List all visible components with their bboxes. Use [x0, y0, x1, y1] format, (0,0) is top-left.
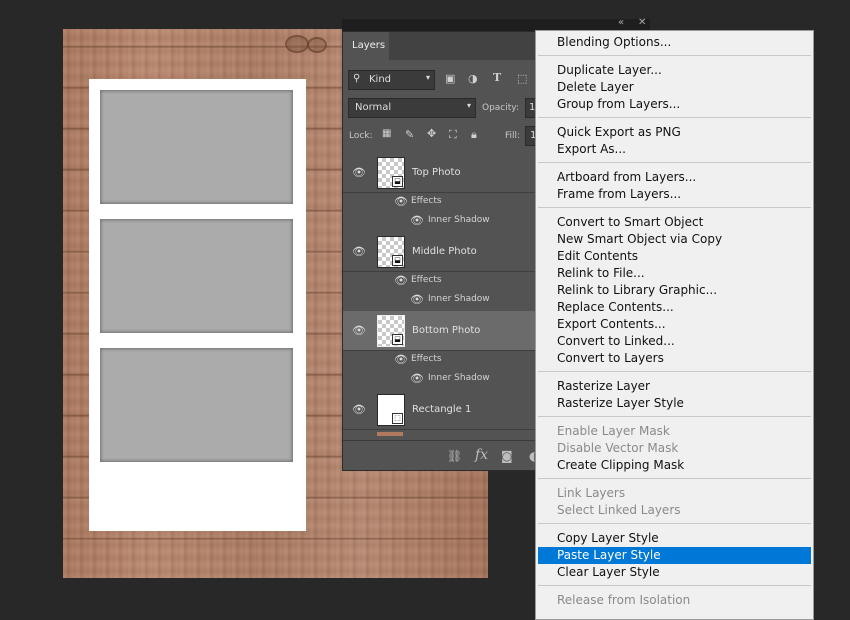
menu-item-group-from-layers[interactable]: Group from Layers...: [536, 96, 813, 113]
effects-label: Effects: [411, 275, 442, 285]
blend-mode-dropdown[interactable]: Normal ▾: [348, 98, 476, 118]
kind-filter-dropdown[interactable]: ⚲ Kind ▾: [348, 70, 435, 90]
visibility-eye-icon[interactable]: 👁︎: [394, 195, 408, 208]
wood-knot: [285, 35, 309, 53]
shape-layer-badge-icon: ⬚: [392, 413, 403, 424]
layer-context-menu: Blending Options... Duplicate Layer... D…: [535, 30, 814, 620]
menu-item-quick-export-png[interactable]: Quick Export as PNG: [536, 124, 813, 141]
menu-separator: [538, 585, 811, 586]
menu-item-link-layers: Link Layers: [557, 486, 626, 500]
menu-item-artboard-from-layers[interactable]: Artboard from Layers...: [536, 169, 813, 186]
visibility-eye-icon[interactable]: 👁︎: [410, 214, 424, 227]
menu-item-replace-contents[interactable]: Replace Contents...: [536, 299, 813, 316]
menu-item-blending-options[interactable]: Blending Options...: [536, 34, 813, 51]
menu-item-new-smart-object-via-copy[interactable]: New Smart Object via Copy: [536, 231, 813, 248]
menu-item-create-clipping-mask[interactable]: Create Clipping Mask: [536, 457, 813, 474]
image-filter-icon[interactable]: ▣: [445, 72, 455, 85]
menu-separator: [538, 416, 811, 417]
lock-artboard-icon[interactable]: ⛶: [449, 128, 457, 142]
menu-item-delete-layer[interactable]: Delete Layer: [536, 79, 813, 96]
visibility-eye-icon[interactable]: 👁︎: [410, 293, 424, 306]
menu-separator: [538, 162, 811, 163]
menu-item-export-as[interactable]: Export As...: [536, 141, 813, 158]
effects-label: Effects: [411, 196, 442, 206]
menu-item-rasterize-layer[interactable]: Rasterize Layer: [536, 378, 813, 395]
type-filter-icon[interactable]: T: [493, 71, 501, 84]
chevron-down-icon: ▾: [466, 101, 471, 110]
layer-thumbnail: ⬓: [377, 315, 405, 347]
wood-knot: [307, 37, 327, 53]
search-icon: ⚲: [353, 73, 361, 84]
menu-item-convert-to-linked[interactable]: Convert to Linked...: [536, 333, 813, 350]
menu-item-rasterize-layer-style[interactable]: Rasterize Layer Style: [536, 395, 813, 412]
photo-strip-frame: [89, 79, 306, 531]
visibility-eye-icon[interactable]: 👁︎: [352, 403, 366, 416]
fx-icon[interactable]: fx: [475, 447, 488, 463]
menu-item-export-contents[interactable]: Export Contents...: [536, 316, 813, 333]
effect-name: Inner Shadow: [428, 215, 490, 225]
background-layer-peek: [377, 432, 403, 436]
collapse-panel-icon[interactable]: «: [618, 17, 624, 28]
middle-photo-placeholder: [100, 219, 293, 333]
smart-object-badge-icon: ⬓: [392, 255, 403, 266]
lock-image-pixels-icon[interactable]: ✎: [405, 128, 414, 141]
effect-name: Inner Shadow: [428, 294, 490, 304]
menu-separator: [538, 117, 811, 118]
bottom-photo-placeholder: [100, 348, 293, 462]
menu-item-clear-layer-style[interactable]: Clear Layer Style: [536, 564, 813, 581]
opacity-label: Opacity:: [482, 103, 519, 113]
visibility-eye-icon[interactable]: 👁︎: [352, 324, 366, 337]
menu-item-relink-to-file[interactable]: Relink to File...: [536, 265, 813, 282]
layer-thumbnail: ⬓: [377, 236, 405, 268]
lock-all-icon[interactable]: 🔒︎: [471, 128, 477, 142]
menu-separator: [538, 207, 811, 208]
effects-label: Effects: [411, 354, 442, 364]
menu-separator: [538, 371, 811, 372]
visibility-eye-icon[interactable]: 👁︎: [394, 274, 408, 287]
visibility-eye-icon[interactable]: 👁︎: [352, 245, 366, 258]
menu-item-release-from-isolation: Release from Isolation: [557, 593, 691, 607]
lock-transparent-pixels-icon[interactable]: ▦: [382, 128, 391, 139]
menu-item-convert-to-layers[interactable]: Convert to Layers: [536, 350, 813, 367]
menu-item-frame-from-layers[interactable]: Frame from Layers...: [536, 186, 813, 203]
menu-separator: [538, 523, 811, 524]
lock-position-icon[interactable]: ✥: [427, 127, 436, 140]
lock-label: Lock:: [349, 131, 373, 141]
menu-item-edit-contents[interactable]: Edit Contents: [536, 248, 813, 265]
layer-name: Middle Photo: [412, 246, 477, 257]
tab-layers[interactable]: Layers: [343, 32, 389, 60]
link-icon[interactable]: ⛓︎: [447, 449, 462, 463]
menu-separator: [538, 478, 811, 479]
menu-item-convert-to-smart-object[interactable]: Convert to Smart Object: [536, 214, 813, 231]
layer-thumbnail: ⬚: [377, 394, 405, 426]
menu-separator: [538, 55, 811, 56]
layer-name: Rectangle 1: [412, 404, 472, 415]
kind-filter-value: Kind: [369, 74, 392, 85]
chevron-down-icon: ▾: [425, 73, 430, 82]
top-photo-placeholder: [100, 90, 293, 204]
layer-name: Top Photo: [412, 167, 461, 178]
menu-item-disable-vector-mask: Disable Vector Mask: [557, 441, 679, 455]
smart-object-badge-icon: ⬓: [392, 176, 403, 187]
blend-mode-value: Normal: [355, 102, 392, 113]
shape-filter-icon[interactable]: ⬚: [517, 72, 527, 85]
smart-object-badge-icon: ⬓: [392, 334, 403, 345]
close-panel-icon[interactable]: ✕: [638, 17, 646, 28]
menu-item-paste-layer-style[interactable]: Paste Layer Style: [538, 547, 811, 564]
menu-item-select-linked-layers: Select Linked Layers: [557, 503, 681, 517]
mask-icon[interactable]: ◙: [501, 449, 513, 463]
visibility-eye-icon[interactable]: 👁︎: [394, 353, 408, 366]
layer-name: Bottom Photo: [412, 325, 481, 336]
menu-item-relink-to-library-graphic[interactable]: Relink to Library Graphic...: [536, 282, 813, 299]
layer-thumbnail: ⬓: [377, 157, 405, 189]
visibility-eye-icon[interactable]: 👁︎: [410, 372, 424, 385]
menu-item-enable-layer-mask: Enable Layer Mask: [557, 424, 670, 438]
fill-label: Fill:: [505, 131, 521, 141]
menu-item-copy-layer-style[interactable]: Copy Layer Style: [536, 530, 813, 547]
effect-name: Inner Shadow: [428, 373, 490, 383]
visibility-eye-icon[interactable]: 👁︎: [352, 166, 366, 179]
adjustment-filter-icon[interactable]: ◑: [468, 72, 478, 85]
menu-item-duplicate-layer[interactable]: Duplicate Layer...: [536, 62, 813, 79]
